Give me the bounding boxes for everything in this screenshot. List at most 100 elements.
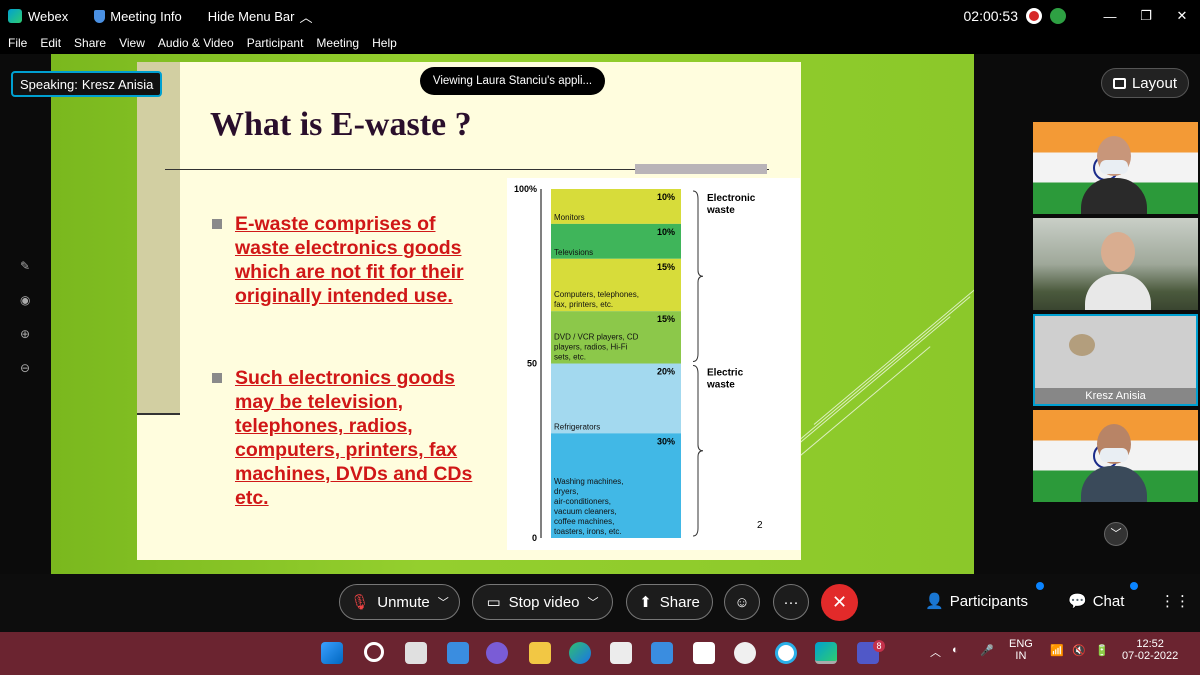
mail-icon[interactable] [651, 642, 673, 664]
zoom-in-icon[interactable]: ⊕ [20, 327, 30, 341]
share-screen-icon: ⬆ [639, 594, 652, 611]
teams-chat-icon[interactable] [486, 642, 508, 664]
meeting-info-button[interactable]: Meeting Info [94, 9, 182, 24]
participants-button[interactable]: 👤 Participants [925, 592, 1028, 611]
webex-logo-icon [8, 9, 22, 23]
chart-tick-label: 50 [527, 359, 537, 369]
meeting-stage: What is E-waste ? E-waste comprises of w… [0, 54, 1200, 574]
battery-icon[interactable]: 🔋 [1095, 644, 1109, 657]
edge-icon[interactable] [569, 642, 591, 664]
scroll-down-chevron-icon[interactable]: ﹀ [1104, 522, 1128, 546]
panel-options-button[interactable]: ⋮⋮ [1160, 592, 1190, 610]
layout-button[interactable]: Layout [1101, 68, 1189, 98]
menu-share[interactable]: Share [74, 36, 106, 50]
slide-bullet: E-waste comprises of waste electronics g… [212, 212, 492, 308]
tray-app-icon[interactable]: ◐ [952, 644, 959, 656]
menu-file[interactable]: File [8, 36, 27, 50]
bullet-square-icon [212, 373, 222, 383]
slide-title: What is E-waste ? [210, 106, 472, 143]
widgets-icon[interactable] [447, 642, 469, 664]
menu-audio-video[interactable]: Audio & Video [158, 36, 234, 50]
menu-edit[interactable]: Edit [40, 36, 61, 50]
stacked-bar-chart: 100%50010%Monitors10%Televisions15%Compu… [514, 184, 756, 543]
start-icon[interactable] [321, 642, 343, 664]
participant-name: Kresz Anisia [1035, 388, 1196, 404]
annotate-icon[interactable]: ✎ [20, 259, 30, 273]
clock[interactable]: 12:52 07-02-2022 [1122, 638, 1178, 662]
hide-menu-bar-button[interactable]: Hide Menu Bar ︿ [208, 7, 313, 26]
webex-taskbar-icon[interactable] [815, 642, 837, 664]
chart-value-label: 30% [657, 436, 675, 446]
slide-deco-bar [635, 164, 767, 174]
participant-video[interactable] [1033, 122, 1198, 214]
chart-value-label: 10% [657, 192, 675, 202]
restore-icon[interactable]: ❐ [1128, 8, 1164, 24]
store-icon[interactable] [610, 642, 632, 664]
reactions-button[interactable]: ☺ [724, 584, 760, 620]
smiley-icon: ☺ [734, 593, 750, 611]
meeting-controls: 🎙 Unmute ﹀ ▭ Stop video ﹀ ⬆ Share ☺ ··· … [0, 574, 1200, 632]
chart-category-label: Monitors [554, 213, 585, 222]
share-button[interactable]: ⬆ Share [626, 584, 713, 620]
stop-video-button[interactable]: ▭ Stop video ﹀ [472, 584, 613, 620]
more-dots-icon: ⋮⋮ [1160, 593, 1190, 610]
menu-help[interactable]: Help [372, 36, 397, 50]
bullet-text: E-waste comprises of waste electronics g… [235, 213, 464, 307]
chart-group-brace [692, 365, 704, 537]
participant-video[interactable] [1033, 218, 1198, 310]
pointer-icon[interactable]: ◉ [20, 293, 30, 307]
language-indicator[interactable]: ENG IN [1009, 638, 1033, 662]
more-options-button[interactable]: ··· [773, 584, 809, 620]
viewing-share-banner[interactable]: Viewing Laura Stanciu's appli... [420, 67, 605, 95]
decorative-stripes [753, 264, 974, 504]
chevron-up-icon: ︿ [299, 9, 313, 25]
presentation-slide: What is E-waste ? E-waste comprises of w… [137, 62, 801, 560]
network-health-icon[interactable] [1050, 8, 1066, 24]
chat-notification-dot [1130, 582, 1138, 590]
wifi-icon[interactable]: 📶 [1050, 644, 1064, 657]
tray-overflow-icon[interactable]: ︿ [930, 644, 941, 660]
chat-button[interactable]: 💬 Chat [1068, 592, 1124, 611]
chart-group-brace [692, 190, 704, 362]
zoom-out-icon[interactable]: ⊖ [20, 361, 30, 375]
annotation-toolbar: ✎ ◉ ⊕ ⊖ [20, 259, 30, 375]
participants-icon: 👤 [925, 593, 944, 610]
menu-participant[interactable]: Participant [247, 36, 304, 50]
chart-tick-label: 100% [514, 184, 537, 194]
shield-icon [94, 9, 106, 23]
menu-view[interactable]: View [119, 36, 145, 50]
participant-strip: Kresz Anisia [1033, 122, 1198, 506]
meeting-timer: 02:00:53 [963, 8, 1019, 24]
minimize-icon[interactable]: — [1092, 9, 1128, 24]
chart-value-label: 10% [657, 227, 675, 237]
unmute-button[interactable]: 🎙 Unmute ﹀ [339, 584, 460, 620]
chart-group-label: Electric waste [706, 368, 744, 391]
cortana-icon[interactable] [775, 642, 797, 664]
participant-video[interactable] [1033, 410, 1198, 502]
chart-tick-label: 0 [532, 533, 537, 543]
task-view-icon[interactable] [405, 642, 427, 664]
layout-icon [1112, 77, 1126, 89]
close-icon: ✕ [831, 592, 848, 612]
app-icon[interactable] [734, 642, 756, 664]
menu-meeting[interactable]: Meeting [316, 36, 359, 50]
windows-taskbar: 8 ︿ ◐ 🎤 ENG IN 📶 🔇 🔋 12:52 07-02-2022 [0, 632, 1200, 675]
ewaste-chart: 100% 50 0 10% Monitors 10% Televisions 15% Compu… [507, 178, 800, 550]
volume-muted-icon[interactable]: 🔇 [1072, 644, 1086, 657]
chevron-down-icon: ﹀ [587, 597, 599, 609]
dropbox-icon[interactable] [693, 642, 715, 664]
close-icon[interactable]: ✕ [1164, 8, 1200, 24]
participant-silhouette [1081, 136, 1147, 214]
leave-meeting-button[interactable]: ✕ [821, 584, 858, 621]
file-explorer-icon[interactable] [529, 642, 551, 664]
mic-tray-icon[interactable]: 🎤 [980, 644, 994, 657]
bullet-text: Such electronics goods may be television… [235, 367, 473, 509]
chart-category-label: Washing machines, dryers, air-conditioners… [554, 477, 624, 536]
chart-value-label: 15% [657, 262, 675, 272]
recording-icon [1026, 8, 1042, 24]
search-icon[interactable] [364, 642, 384, 662]
title-bar: Webex Meeting Info Hide Menu Bar ︿ 02:00… [0, 0, 1200, 32]
participant-video-active[interactable]: Kresz Anisia [1033, 314, 1198, 406]
app-name: Webex [8, 9, 68, 24]
chart-value-label: 15% [657, 314, 675, 324]
